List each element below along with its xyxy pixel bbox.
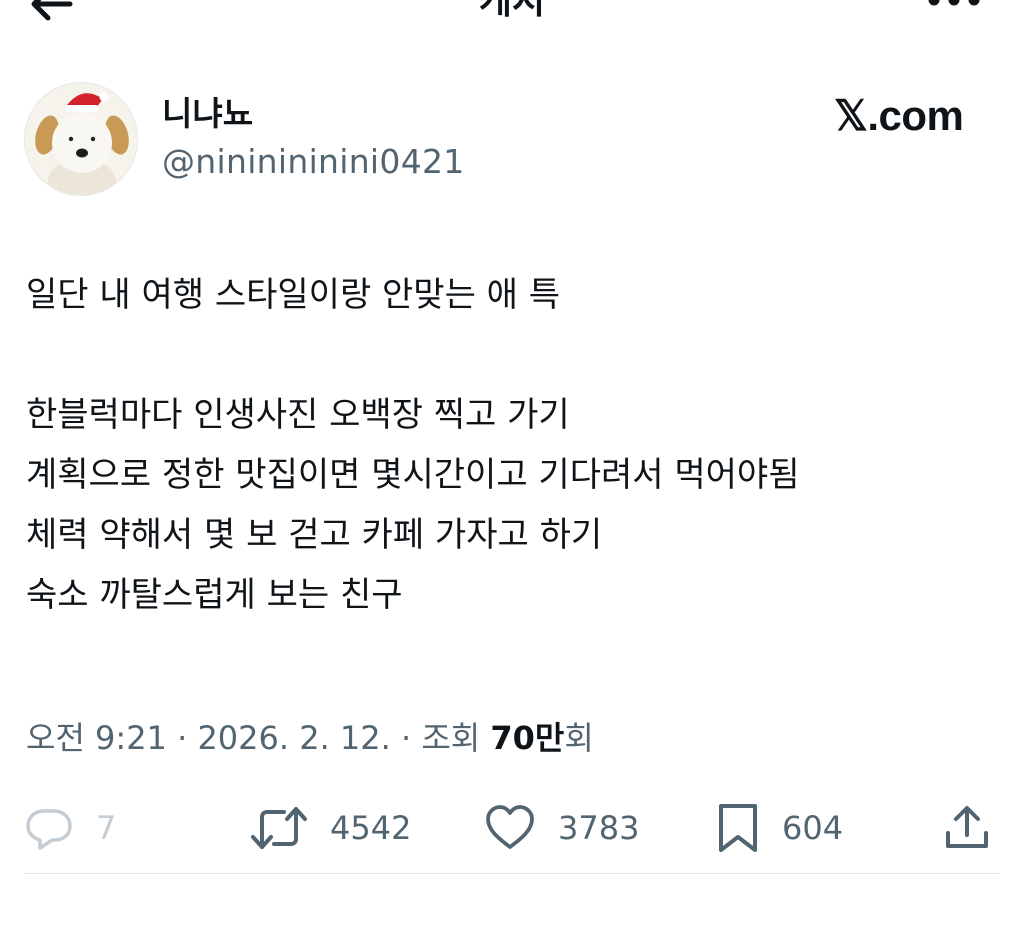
bookmark-button[interactable]: 604 bbox=[716, 798, 843, 858]
reply-count: 7 bbox=[96, 809, 117, 847]
bookmark-count: 604 bbox=[782, 809, 844, 847]
x-logo: 𝕏.com bbox=[834, 92, 964, 139]
page-title: 게시 bbox=[478, 0, 546, 22]
display-name[interactable]: 니냐뇨 bbox=[162, 92, 253, 136]
views-label: 조회 bbox=[421, 719, 491, 757]
share-button[interactable] bbox=[942, 798, 992, 858]
reply-button[interactable]: 7 bbox=[24, 798, 116, 858]
heart-icon bbox=[486, 805, 534, 849]
more-horizontal-icon[interactable] bbox=[926, 0, 982, 12]
share-upload-icon bbox=[946, 806, 988, 848]
repost-arrows-icon bbox=[251, 807, 307, 849]
views-count[interactable]: 70만 bbox=[490, 719, 564, 757]
top-bar: 게시 bbox=[0, 0, 1024, 40]
user-handle[interactable]: @nininininini0421 bbox=[162, 140, 465, 184]
meta-separator: · bbox=[166, 719, 198, 757]
repost-count: 4542 bbox=[330, 809, 412, 847]
post-line: 일단 내 여행 스타일이랑 안맞는 애 특 bbox=[26, 275, 561, 315]
post-line: 체력 약해서 몇 보 걷고 카페 가자고 하기 bbox=[26, 515, 603, 555]
post-meta: 오전 9:21 · 2026. 2. 12. · 조회 70만회 bbox=[26, 716, 594, 760]
meta-separator: · bbox=[390, 719, 422, 757]
repost-button[interactable]: 4542 bbox=[250, 798, 411, 858]
like-count: 3783 bbox=[558, 809, 640, 847]
post-time: 오전 9:21 bbox=[26, 719, 167, 757]
divider bbox=[24, 873, 1000, 874]
post-text: 일단 내 여행 스타일이랑 안맞는 애 특 한블럭마다 인생사진 오백장 찍고 … bbox=[26, 265, 1006, 625]
action-bar: 7 4542 3783 604 bbox=[0, 798, 1024, 858]
views-suffix: 회 bbox=[564, 719, 594, 757]
reply-bubble-icon bbox=[26, 809, 72, 850]
post-line-blank bbox=[26, 325, 1006, 385]
post-line: 계획으로 정한 맛집이면 몇시간이고 기다려서 먹어야됨 bbox=[26, 455, 800, 495]
post-line: 한블럭마다 인생사진 오백장 찍고 가기 bbox=[26, 395, 570, 435]
bookmark-icon bbox=[719, 804, 757, 852]
puppy-santa-hat-avatar bbox=[25, 83, 137, 195]
post-line: 숙소 까탈스럽게 보는 친구 bbox=[26, 575, 403, 615]
avatar[interactable] bbox=[24, 82, 138, 196]
like-button[interactable]: 3783 bbox=[484, 798, 639, 858]
post-date: 2026. 2. 12. bbox=[197, 719, 391, 757]
